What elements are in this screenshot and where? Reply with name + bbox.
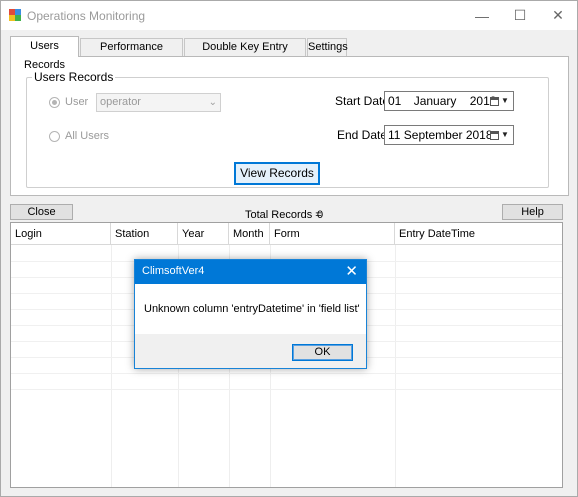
tab-double-key-entry-verification[interactable]: Double Key Entry Verification [184,38,306,70]
tab-performance-monitoring[interactable]: Performance Monitoring [80,38,183,70]
dialog-body: Unknown column 'entryDatetime' in 'field… [135,284,366,334]
column-header-month[interactable]: Month [229,223,270,245]
users-records-panel: Users Records User operator ⌄ All Users … [10,56,569,196]
column-header-login[interactable]: Login [11,223,111,245]
total-records-label: Total Records = [245,209,322,221]
user-select[interactable]: operator ⌄ [96,93,221,112]
help-button[interactable]: Help [502,204,563,220]
operations-monitoring-window: Operations Monitoring — ☐ ✕ Users Record… [0,0,578,497]
error-dialog: ClimsoftVer4 ✕ Unknown column 'entryDate… [134,259,367,369]
user-radio-label: User [65,96,89,108]
grid-row-line [11,373,562,374]
close-window-button[interactable]: ✕ [539,1,577,30]
close-icon[interactable]: ✕ [345,262,358,280]
start-date-month: January [413,94,457,108]
start-date-picker[interactable]: 01 January 2018 ▼ [384,91,514,111]
user-radio[interactable] [49,97,60,108]
maximize-button[interactable]: ☐ [501,1,539,30]
calendar-icon [490,130,499,140]
end-date-picker[interactable]: 11 September 2018 ▼ [384,125,514,145]
grid-header: Login Station Year Month Form Entry Date… [11,223,562,245]
tab-label: Settings [308,41,348,53]
total-records-value: 0 [317,209,324,221]
chevron-down-icon: ⌄ [208,97,217,108]
all-users-radio[interactable] [49,131,60,142]
start-date-day: 01 [388,94,402,108]
app-icon [9,9,21,21]
window-title: Operations Monitoring [27,9,146,23]
end-date-dropdown[interactable]: ▼ [490,128,510,142]
close-button[interactable]: Close [10,204,73,220]
grid-row-line [11,389,562,390]
start-date-label: Start Date [335,94,390,108]
user-select-value: operator [100,96,141,108]
dialog-title: ClimsoftVer4 [142,265,205,277]
minimize-icon: — [475,7,489,24]
tab-users-records[interactable]: Users Records [10,36,79,71]
column-header-entry-datetime[interactable]: Entry DateTime [395,223,563,245]
users-records-group: Users Records User operator ⌄ All Users … [26,70,549,188]
calendar-icon [490,96,499,106]
caret-down-icon: ▼ [501,96,509,105]
close-icon: ✕ [552,7,564,23]
ok-button[interactable]: OK [292,344,353,361]
grid-divider [111,245,112,487]
minimize-button[interactable]: — [463,1,501,30]
view-records-button[interactable]: View Records [234,162,320,185]
end-date-value: 11 September 2018 [388,128,493,142]
start-date-dropdown[interactable]: ▼ [490,94,510,108]
end-date-label: End Date [337,128,388,142]
maximize-icon: ☐ [513,7,527,23]
dialog-title-bar: ClimsoftVer4 ✕ [135,260,366,284]
column-header-form[interactable]: Form [270,223,395,245]
tab-label: Users Records [24,40,65,71]
tab-settings[interactable]: Settings [307,38,348,56]
caret-down-icon: ▼ [501,130,509,139]
grid-divider [395,245,396,487]
all-users-radio-label: All Users [65,130,110,142]
column-header-station[interactable]: Station [111,223,178,245]
column-header-year[interactable]: Year [178,223,229,245]
dialog-message: Unknown column 'entryDatetime' in 'field… [144,303,360,315]
title-bar: Operations Monitoring — ☐ ✕ [1,1,577,30]
